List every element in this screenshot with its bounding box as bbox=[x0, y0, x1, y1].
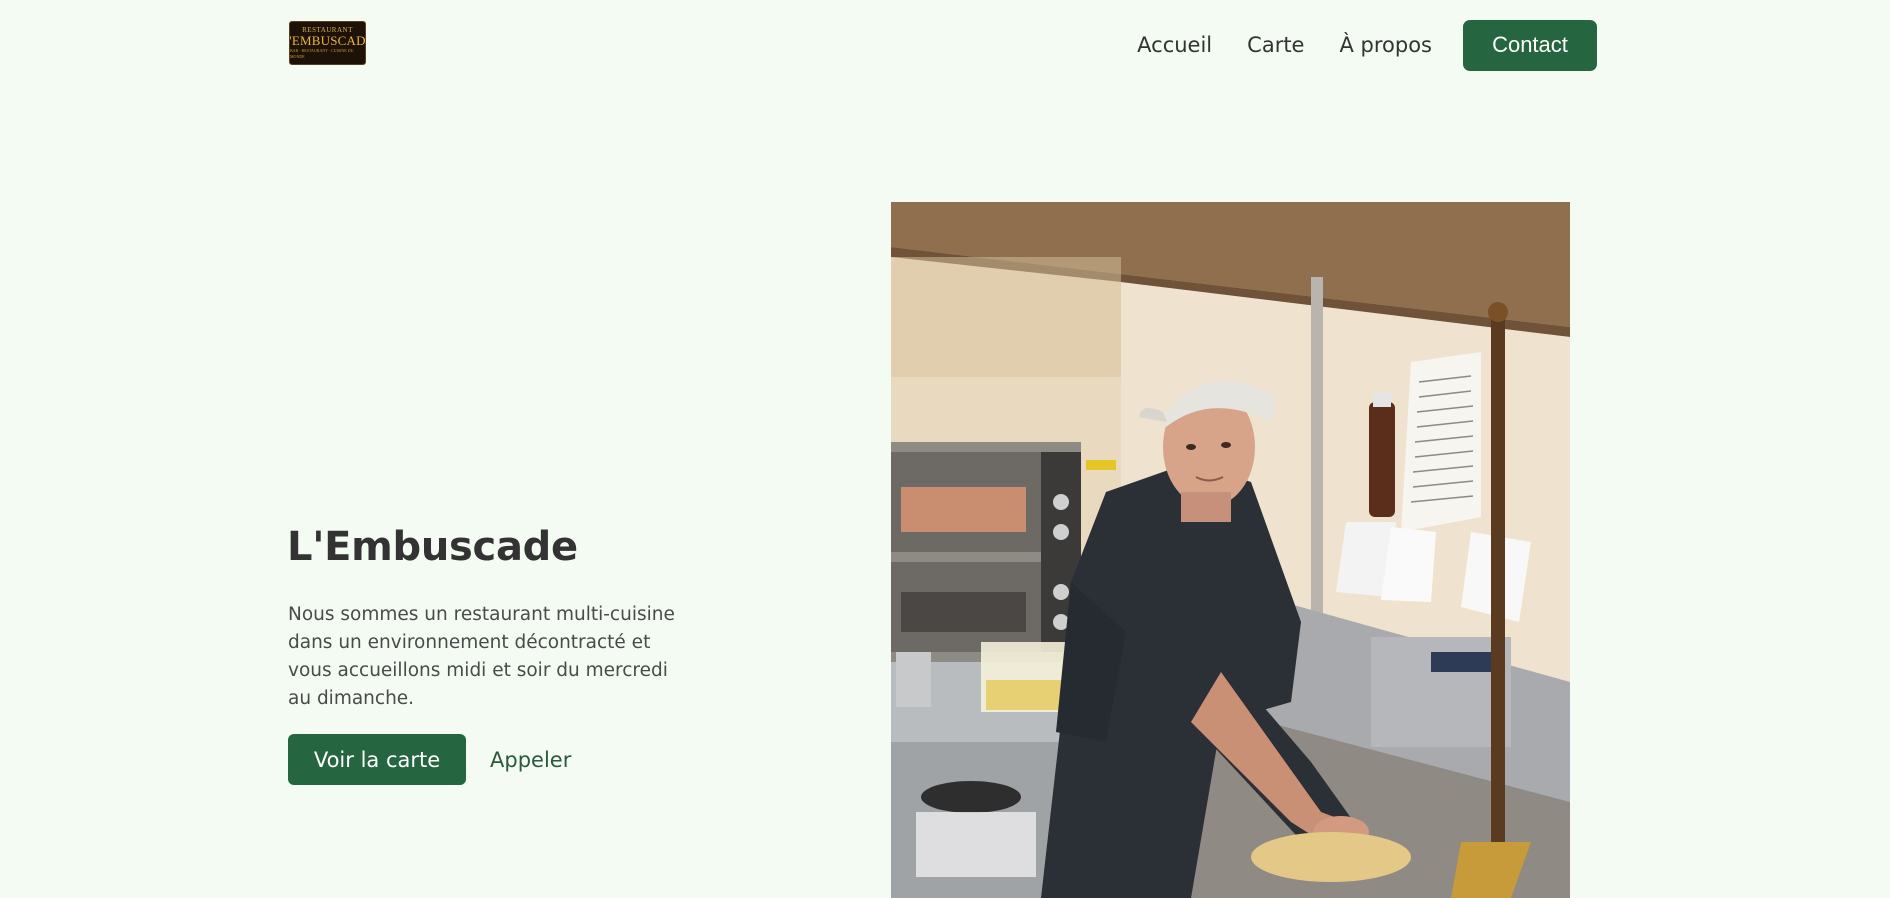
logo-main-text: L'EMBUSCADE bbox=[289, 33, 366, 48]
site-header: RESTAURANT L'EMBUSCADE BAR · RESTAURANT … bbox=[0, 0, 1890, 90]
view-menu-button[interactable]: Voir la carte bbox=[288, 734, 466, 785]
chef-kitchen-illustration bbox=[891, 202, 1570, 898]
hero-title: L'Embuscade bbox=[287, 524, 578, 570]
nav-link-carte[interactable]: Carte bbox=[1247, 33, 1304, 57]
restaurant-logo[interactable]: RESTAURANT L'EMBUSCADE BAR · RESTAURANT … bbox=[289, 21, 366, 65]
nav-link-accueil[interactable]: Accueil bbox=[1137, 33, 1212, 57]
hero-photo bbox=[891, 202, 1570, 898]
main-nav: Accueil Carte À propos Contact bbox=[1137, 19, 1597, 71]
call-button[interactable]: Appeler bbox=[490, 734, 571, 785]
logo-sub-text: BAR · RESTAURANT · CUISINE DU MONDE bbox=[290, 48, 354, 59]
contact-button[interactable]: Contact bbox=[1463, 19, 1597, 71]
nav-link-a-propos[interactable]: À propos bbox=[1339, 33, 1432, 57]
hero-description: Nous sommes un restaurant multi-cuisine … bbox=[288, 604, 675, 709]
